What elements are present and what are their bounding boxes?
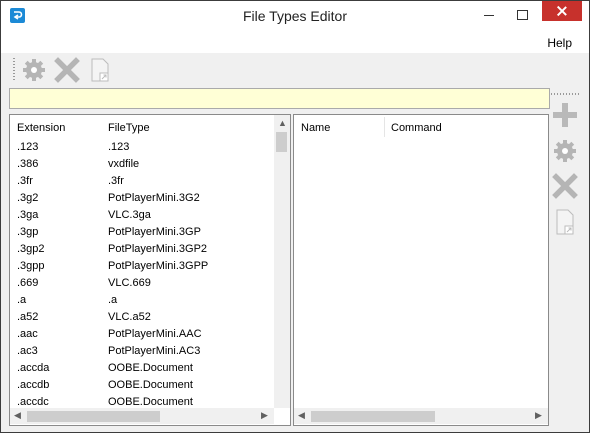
- extension-cell: .3fr: [17, 175, 33, 187]
- column-header-extension[interactable]: Extension: [17, 115, 65, 139]
- filetype-cell: .3fr: [108, 175, 124, 187]
- extension-cell: .669: [17, 277, 39, 289]
- filetype-cell: OOBE.Document: [108, 362, 193, 374]
- filetype-cell: VLC.a52: [108, 311, 151, 323]
- main-window: File Types Editor Help Extension FileTyp…: [0, 0, 590, 433]
- column-header-command[interactable]: Command: [391, 115, 442, 139]
- extension-cell: .3ga: [17, 209, 39, 221]
- plus-icon[interactable]: [551, 101, 579, 129]
- table-row[interactable]: .accda OOBE.Document: [10, 360, 274, 377]
- table-row[interactable]: .a52 VLC.a52: [10, 309, 274, 326]
- vertical-scroll-thumb[interactable]: [276, 132, 287, 152]
- close-button[interactable]: [542, 1, 582, 21]
- extension-cell: .accda: [17, 362, 50, 374]
- table-row[interactable]: .a .a: [10, 292, 274, 309]
- command-list[interactable]: Name Command ◀ ▶: [293, 114, 549, 426]
- table-row[interactable]: .3gp PotPlayerMini.3GP: [10, 224, 274, 241]
- horizontal-scroll-thumb[interactable]: [311, 411, 435, 422]
- table-row[interactable]: .3gp2 PotPlayerMini.3GP2: [10, 241, 274, 258]
- filetype-cell: PotPlayerMini.3GPP: [108, 260, 209, 272]
- delete-x-icon[interactable]: [54, 56, 80, 84]
- extension-cell: .3gpp: [17, 260, 45, 272]
- extension-cell: .3g2: [17, 192, 39, 204]
- delete-x-icon[interactable]: [551, 172, 579, 200]
- table-row[interactable]: .123 .123: [10, 139, 274, 156]
- filetype-cell: vxdfile: [108, 158, 140, 170]
- title-bar[interactable]: File Types Editor: [1, 1, 589, 31]
- scroll-left-icon[interactable]: ◀: [298, 410, 305, 421]
- table-row[interactable]: .accdb OOBE.Document: [10, 377, 274, 394]
- extension-cell: .a: [17, 294, 27, 306]
- horizontal-scrollbar[interactable]: ◀ ▶: [294, 408, 548, 424]
- filetype-cell: PotPlayerMini.3G2: [108, 192, 200, 204]
- search-input[interactable]: [9, 88, 550, 109]
- scroll-right-icon[interactable]: ▶: [261, 410, 268, 421]
- extension-cell: .123: [17, 141, 39, 153]
- extension-cell: .3gp2: [17, 243, 45, 255]
- filetype-cell: .a: [108, 294, 118, 306]
- menu-bar: Help: [1, 31, 589, 53]
- column-header-name[interactable]: Name: [301, 115, 330, 139]
- filetype-cell: .123: [108, 141, 130, 153]
- scroll-left-icon[interactable]: ◀: [14, 410, 21, 421]
- horizontal-scrollbar[interactable]: ◀ ▶: [10, 408, 274, 424]
- menu-help[interactable]: Help: [547, 36, 572, 50]
- extension-cell: .aac: [17, 328, 38, 340]
- gear-icon[interactable]: [21, 56, 47, 84]
- document-shortcut-icon[interactable]: [87, 56, 113, 84]
- gear-icon[interactable]: [551, 137, 579, 165]
- horizontal-scroll-thumb[interactable]: [27, 411, 160, 422]
- scroll-up-icon[interactable]: ▲: [278, 118, 287, 128]
- side-toolbar: [551, 89, 581, 239]
- filetype-cell: PotPlayerMini.AAC: [108, 328, 202, 340]
- extension-cell: .ac3: [17, 345, 38, 357]
- document-shortcut-icon[interactable]: [551, 207, 579, 235]
- column-header-filetype[interactable]: FileType: [108, 115, 150, 139]
- maximize-button[interactable]: [506, 1, 538, 29]
- table-row[interactable]: .ac3 PotPlayerMini.AC3: [10, 343, 274, 360]
- table-row[interactable]: .386 vxdfile: [10, 156, 274, 173]
- filetype-cell: PotPlayerMini.3GP: [108, 226, 201, 238]
- extension-cell: .accdb: [17, 379, 50, 391]
- toolbar-grip[interactable]: [13, 58, 15, 82]
- table-row[interactable]: .3fr .3fr: [10, 173, 274, 190]
- extension-cell: .3gp: [17, 226, 39, 238]
- extension-cell: .a52: [17, 311, 39, 323]
- table-row[interactable]: .3ga VLC.3ga: [10, 207, 274, 224]
- vertical-scrollbar[interactable]: ▲: [274, 115, 290, 408]
- table-row[interactable]: .3g2 PotPlayerMini.3G2: [10, 190, 274, 207]
- scroll-right-icon[interactable]: ▶: [535, 410, 542, 421]
- filetype-cell: PotPlayerMini.3GP2: [108, 243, 208, 255]
- minimize-button[interactable]: [473, 1, 505, 29]
- extension-list[interactable]: Extension FileType .123.123.386 vxdfile .3…: [9, 114, 291, 426]
- filetype-cell: OOBE.Document: [108, 379, 193, 391]
- table-row[interactable]: .aac PotPlayerMini.AAC: [10, 326, 274, 343]
- table-row[interactable]: .669 VLC.669: [10, 275, 274, 292]
- toolbar: [9, 53, 549, 87]
- filetype-cell: PotPlayerMini.AC3: [108, 345, 201, 357]
- filetype-cell: VLC.3ga: [108, 209, 151, 221]
- filetype-cell: VLC.669: [108, 277, 151, 289]
- extension-cell: .386: [17, 158, 39, 170]
- table-row[interactable]: .3gpp PotPlayerMini.3GPP: [10, 258, 274, 275]
- side-toolbar-grip[interactable]: [551, 93, 579, 95]
- column-divider[interactable]: [384, 117, 385, 137]
